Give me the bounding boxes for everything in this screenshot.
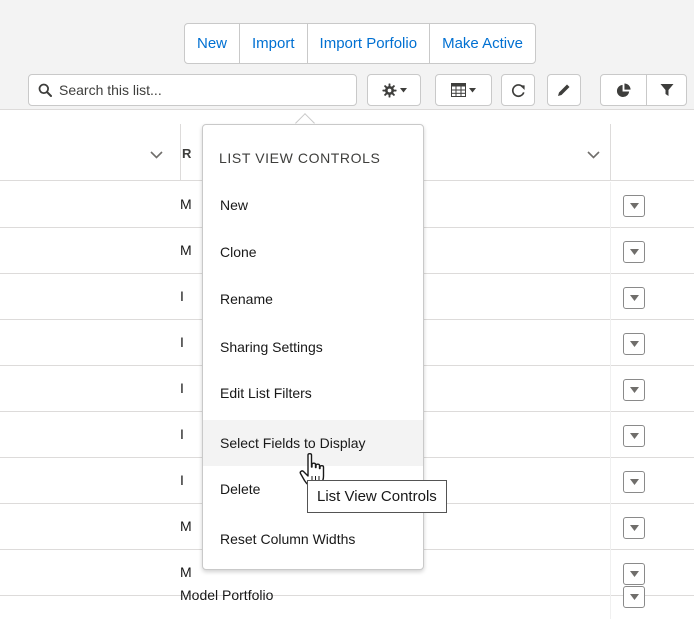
column-divider bbox=[610, 320, 611, 366]
column-divider bbox=[610, 573, 611, 619]
list-view-controls-button[interactable] bbox=[367, 74, 421, 106]
gear-icon bbox=[381, 82, 397, 98]
row-actions-button[interactable] bbox=[623, 379, 645, 401]
table-cell[interactable]: I bbox=[180, 472, 184, 488]
table-icon bbox=[451, 83, 466, 97]
refresh-button[interactable] bbox=[501, 74, 535, 106]
column-menu-chevron-icon[interactable] bbox=[587, 151, 600, 159]
column-divider bbox=[610, 412, 611, 458]
row-actions-button[interactable] bbox=[623, 517, 645, 539]
new-button[interactable]: New bbox=[184, 23, 241, 64]
column-divider bbox=[610, 182, 611, 228]
chevron-down-icon bbox=[629, 387, 639, 393]
make-active-button[interactable]: Make Active bbox=[429, 23, 536, 64]
chevron-down-icon bbox=[629, 203, 639, 209]
menu-item-sharing-settings[interactable]: Sharing Settings bbox=[203, 324, 423, 370]
row-actions-button[interactable] bbox=[623, 287, 645, 309]
chevron-down-icon bbox=[629, 594, 639, 600]
chevron-down-icon bbox=[629, 295, 639, 301]
column-divider bbox=[610, 504, 611, 550]
pie-chart-icon bbox=[616, 82, 631, 97]
menu-item-rename[interactable]: Rename bbox=[203, 276, 423, 322]
row-actions-button[interactable] bbox=[623, 241, 645, 263]
column-divider bbox=[610, 124, 611, 181]
tooltip: List View Controls bbox=[307, 480, 447, 513]
pencil-icon bbox=[558, 84, 570, 96]
chevron-down-icon bbox=[629, 433, 639, 439]
row-actions-button[interactable] bbox=[623, 195, 645, 217]
search-box[interactable] bbox=[28, 74, 357, 106]
row-actions-button[interactable] bbox=[623, 586, 645, 608]
column-divider bbox=[180, 124, 181, 181]
refresh-icon bbox=[511, 83, 525, 97]
search-icon bbox=[38, 83, 52, 97]
display-as-button[interactable] bbox=[435, 74, 492, 106]
row-actions-button[interactable] bbox=[623, 425, 645, 447]
menu-item-edit-list-filters[interactable]: Edit List Filters bbox=[203, 370, 423, 416]
menu-item-new[interactable]: New bbox=[203, 182, 423, 228]
column-divider bbox=[610, 228, 611, 274]
filter-icon bbox=[660, 84, 673, 96]
chevron-down-icon bbox=[629, 479, 639, 485]
menu-title: LIST VIEW CONTROLS bbox=[219, 150, 381, 166]
chevron-down-icon bbox=[469, 87, 476, 92]
column-header[interactable]: R bbox=[182, 146, 191, 161]
table-cell[interactable]: I bbox=[180, 380, 184, 396]
charts-button[interactable] bbox=[600, 74, 647, 106]
table-cell[interactable]: M bbox=[180, 242, 192, 258]
import-button[interactable]: Import bbox=[239, 23, 308, 64]
filters-button[interactable] bbox=[646, 74, 687, 106]
table-cell[interactable]: I bbox=[180, 288, 184, 304]
table-cell[interactable]: I bbox=[180, 334, 184, 350]
column-divider bbox=[610, 366, 611, 412]
table-cell[interactable]: M bbox=[180, 196, 192, 212]
column-menu-chevron-icon[interactable] bbox=[150, 151, 163, 159]
chevron-down-icon bbox=[629, 341, 639, 347]
menu-item-clone[interactable]: Clone bbox=[203, 229, 423, 275]
row-actions-button[interactable] bbox=[623, 471, 645, 493]
row-actions-button[interactable] bbox=[623, 333, 645, 355]
menu-item-reset-column-widths[interactable]: Reset Column Widths bbox=[203, 516, 423, 562]
action-button-group: New Import Import Porfolio Make Active bbox=[184, 23, 536, 64]
import-portfolio-button[interactable]: Import Porfolio bbox=[306, 23, 431, 64]
inline-edit-button[interactable] bbox=[547, 74, 581, 106]
column-divider bbox=[610, 274, 611, 320]
chevron-down-icon bbox=[629, 249, 639, 255]
chevron-down-icon bbox=[399, 87, 407, 92]
table-row: Model Portfolio bbox=[0, 573, 694, 619]
column-divider bbox=[610, 458, 611, 504]
table-cell[interactable]: I bbox=[180, 426, 184, 442]
table-cell[interactable]: M bbox=[180, 518, 192, 534]
search-input[interactable] bbox=[59, 82, 339, 98]
chevron-down-icon bbox=[629, 525, 639, 531]
table-cell[interactable]: Model Portfolio bbox=[180, 587, 273, 603]
